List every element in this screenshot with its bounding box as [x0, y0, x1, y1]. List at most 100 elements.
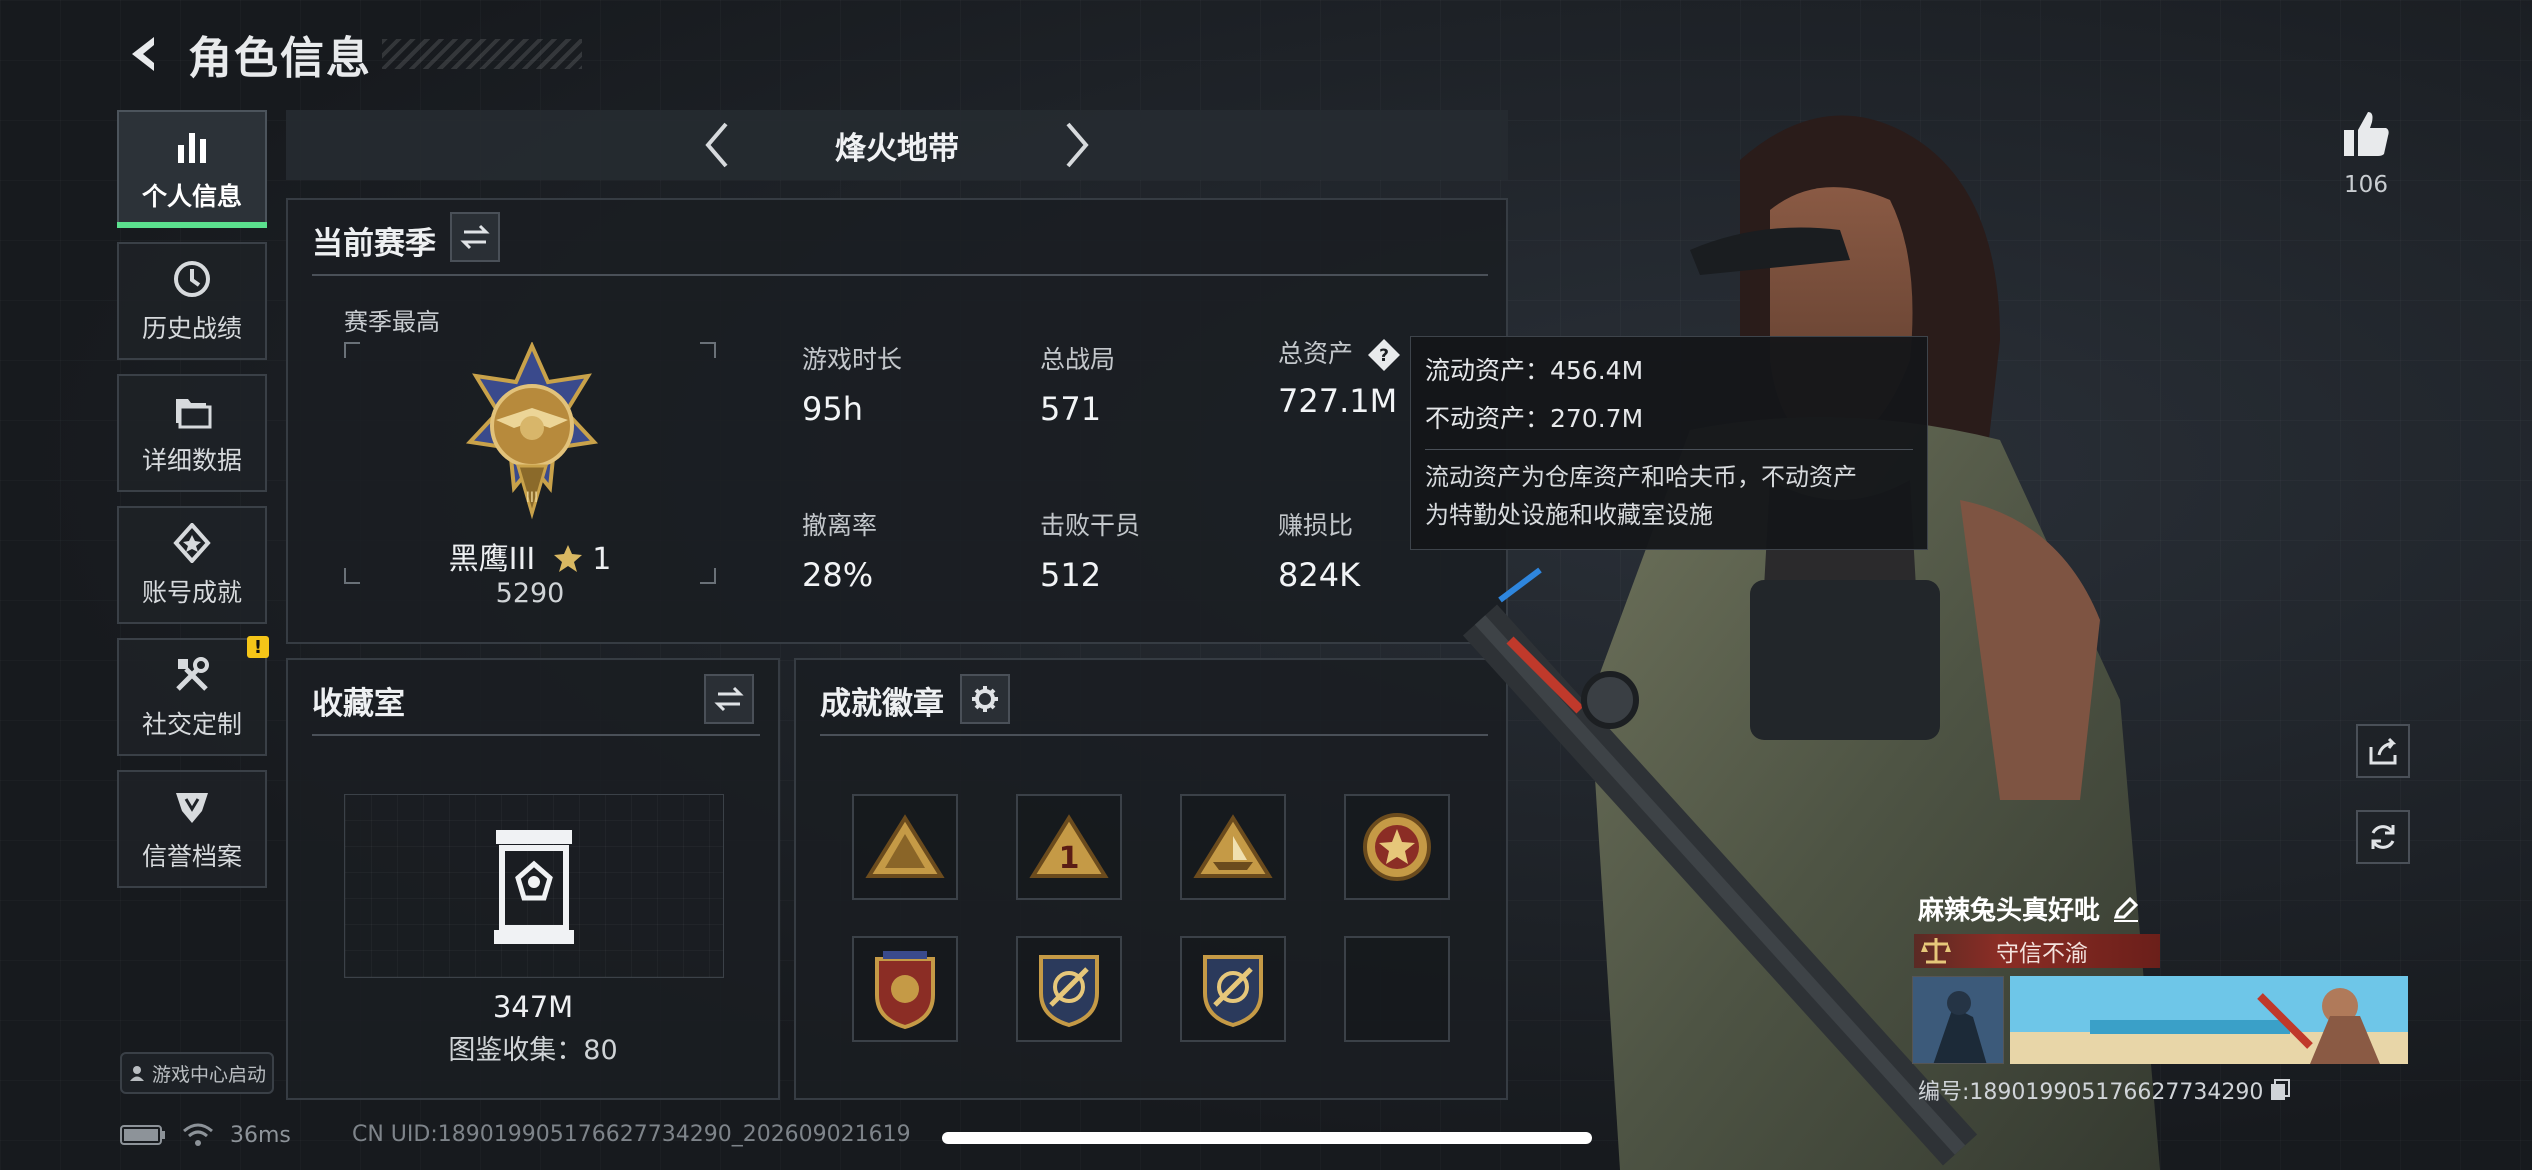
sidebar-item-label: 账号成就: [141, 578, 242, 607]
warning-badge: !: [247, 636, 269, 658]
mode-title: 烽火地带: [835, 130, 959, 167]
badge-slot[interactable]: [1344, 794, 1450, 900]
star-icon: [553, 545, 582, 572]
triangle-badge-icon: [865, 814, 945, 878]
sidebar-item-detail-data[interactable]: 详细数据: [117, 374, 267, 492]
back-button[interactable]: [120, 29, 170, 79]
badge-slot[interactable]: 1: [1016, 794, 1122, 900]
home-indicator[interactable]: [942, 1132, 1592, 1144]
status-bar: 36ms: [120, 1122, 291, 1148]
edit-icon[interactable]: [2112, 895, 2140, 923]
share-icon: [2369, 737, 2397, 765]
season-panel: 当前赛季 赛季最高 III 黑鹰III 1 5290 游戏时长 95h 总战局 …: [286, 198, 1508, 644]
prev-mode-button[interactable]: [687, 115, 747, 175]
badge-slot[interactable]: [1180, 794, 1286, 900]
folder-icon: [170, 389, 214, 433]
sidebar-item-label: 历史战绩: [141, 314, 242, 343]
chevron-left-icon: [705, 122, 728, 168]
badges-title: 成就徽章: [820, 686, 944, 722]
player-banner[interactable]: [2010, 976, 2408, 1064]
sidebar-item-personal-info[interactable]: 个人信息: [117, 110, 267, 228]
collection-title: 收藏室: [312, 686, 405, 722]
assets-description-line2: 为特勤处设施和收藏室设施: [1425, 501, 1713, 529]
copy-icon[interactable]: [2269, 1078, 2291, 1102]
bar-chart-icon: [170, 125, 214, 169]
stat-play-time: 游戏时长 95h: [802, 345, 903, 428]
sidebar-item-social[interactable]: 社交定制 !: [117, 636, 269, 756]
gear-icon: [972, 686, 998, 712]
game-center-button[interactable]: 游戏中心启动: [120, 1052, 274, 1094]
sidebar-item-history[interactable]: 历史战绩: [117, 242, 267, 360]
thumbs-up-icon: [2344, 112, 2389, 156]
stat-kills: 击败干员 512: [1040, 511, 1141, 594]
rank-score: 5290: [495, 578, 565, 609]
sidebar-item-label: 信誉档案: [141, 842, 242, 871]
achievement-badges-panel: 成就徽章 1: [794, 658, 1508, 1100]
share-button[interactable]: [2356, 724, 2410, 778]
svg-text:?: ?: [1379, 346, 1389, 366]
player-id-row: 编号:1890199051766277342​90: [1918, 1074, 2291, 1106]
game-center-label: 游戏中心启动: [151, 1063, 266, 1086]
player-name-row: 麻辣兔头真好吡: [1918, 890, 2140, 927]
rank-emblem-icon: III: [465, 342, 599, 520]
badge-slot[interactable]: [852, 936, 958, 1042]
stat-total-assets: 总资产 ? 727.1M: [1278, 334, 1401, 420]
stat-extract-rate: 撤离率 28%: [802, 511, 878, 594]
player-name: 麻辣兔头真好吡: [1918, 896, 2101, 926]
svg-text:III: III: [526, 490, 538, 506]
divider: [1425, 449, 1913, 450]
uid-text: CN UID:18901990517662773429​0_2026090216…: [352, 1122, 911, 1147]
tools-icon: [170, 653, 214, 697]
vault-display[interactable]: [344, 794, 724, 978]
swap-icon: [714, 686, 744, 712]
fixed-assets: 不动资产：270.7M: [1425, 404, 1644, 433]
season-switch-button[interactable]: [450, 212, 500, 262]
shield-badge-icon: [875, 951, 935, 1030]
season-title: 当前赛季: [312, 226, 436, 262]
star-medal-icon: [1363, 813, 1431, 881]
chevron-right-icon: [1066, 122, 1089, 168]
vault-icon: [494, 830, 574, 944]
title-decoration: [382, 39, 582, 69]
sidebar-item-achievements[interactable]: 账号成就: [117, 506, 267, 624]
number-one-badge-icon: 1: [1029, 814, 1109, 878]
wifi-icon: [183, 1123, 213, 1146]
like-button[interactable]: [2336, 104, 2396, 164]
badge-slot[interactable]: [1016, 936, 1122, 1042]
svg-text:1: 1: [1059, 841, 1080, 876]
swap-icon: [460, 224, 490, 250]
achievement-icon: [170, 521, 214, 565]
stat-total-matches: 总战局 571: [1040, 345, 1116, 428]
rank-frame: III 黑鹰III 1 5290: [344, 342, 716, 609]
next-mode-button[interactable]: [1047, 115, 1107, 175]
ping: 36ms: [230, 1122, 291, 1148]
player-avatar[interactable]: [1912, 976, 2004, 1064]
divider: [312, 274, 1488, 276]
divider: [312, 734, 760, 736]
collection-value: 347M: [492, 990, 574, 1024]
badge-slot-empty[interactable]: [1344, 936, 1450, 1042]
crosshair-badge-icon: [1039, 955, 1099, 1028]
refresh-button[interactable]: [2356, 810, 2410, 864]
divider: [820, 734, 1488, 736]
sidebar-item-label: 详细数据: [141, 446, 242, 475]
collection-count: 图鉴收集：80: [448, 1035, 618, 1066]
assets-tooltip: 流动资产：456.4M 不动资产：270.7M 流动资产为仓库资产和哈夫币，不动…: [1410, 336, 1928, 550]
badges-settings-button[interactable]: [960, 674, 1010, 724]
trust-label: 守信不渝: [1996, 941, 2088, 967]
like-count: 106: [2344, 172, 2388, 198]
shield-icon: [170, 785, 214, 829]
battery-icon: [120, 1125, 165, 1145]
season-best-label: 赛季最高: [344, 308, 440, 336]
mode-switcher: 烽火地带: [286, 110, 1508, 180]
collection-switch-button[interactable]: [704, 674, 754, 724]
sidebar-item-label: 社交定制: [141, 710, 242, 739]
top-bar: 角色信息: [120, 24, 582, 84]
help-icon[interactable]: ?: [1367, 338, 1401, 372]
sidebar-item-credit[interactable]: 信誉档案: [117, 770, 267, 888]
badge-slot[interactable]: [1180, 936, 1286, 1042]
badge-slot[interactable]: [852, 794, 958, 900]
sidebar-item-label: 个人信息: [141, 182, 242, 211]
crosshair-badge-icon: [1203, 955, 1263, 1028]
collection-panel: 收藏室 347M 图鉴收集：80: [286, 658, 780, 1100]
